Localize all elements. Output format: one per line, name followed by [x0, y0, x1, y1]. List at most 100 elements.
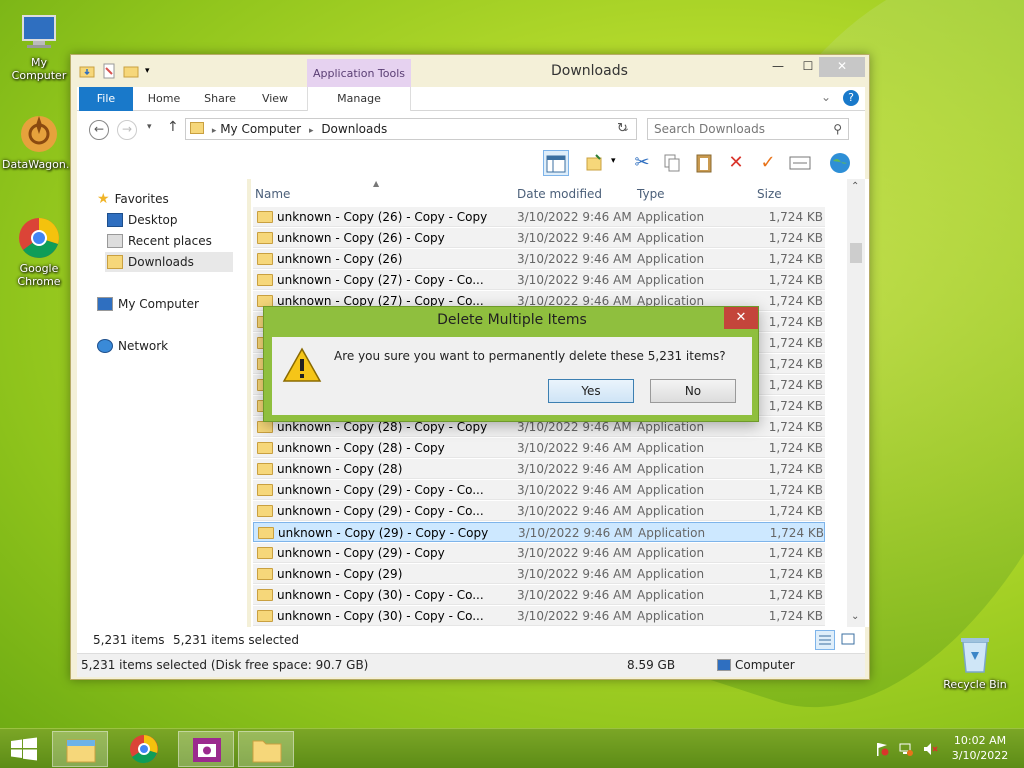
file-row[interactable]: unknown - Copy (26) - Copy - Copy 3/10/20… [253, 207, 825, 227]
system-clock[interactable]: 10:02 AM 3/10/2022 [946, 733, 1014, 763]
file-size: 1,724 KB [768, 567, 823, 581]
taskbar-chrome[interactable] [116, 731, 172, 767]
refresh-icon[interactable]: ↻ [617, 121, 628, 136]
scroll-down-icon[interactable]: ⌄ [851, 611, 859, 622]
delete-icon[interactable]: ✕ [723, 150, 749, 176]
file-row[interactable]: unknown - Copy (26) 3/10/2022 9:46 AM Appl… [253, 249, 825, 269]
desktop-icon-google-chrome[interactable]: Google Chrome [2, 216, 76, 288]
up-arrow-icon[interactable]: ↑ [167, 119, 179, 135]
recent-locations-icon[interactable]: ▾ [147, 122, 152, 132]
forward-button[interactable]: → [117, 120, 137, 140]
column-header-date[interactable]: Date modified [517, 183, 602, 205]
vertical-scrollbar[interactable]: ⌃ ⌄ [847, 179, 865, 627]
globe-icon[interactable] [827, 150, 853, 176]
nav-network[interactable]: Network [97, 336, 168, 356]
desktop-icon-label: Recycle Bin [943, 678, 1007, 691]
file-row[interactable]: unknown - Copy (29) - Copy 3/10/2022 9:46… [253, 543, 825, 563]
file-row[interactable]: unknown - Copy (30) - Copy - Co... 3/10/2… [253, 606, 825, 626]
desktop-icon [107, 213, 123, 227]
column-header-size[interactable]: Size [757, 183, 782, 205]
file-row[interactable]: unknown - Copy (29) - Copy - Co... 3/10/2… [253, 501, 825, 521]
file-name: unknown - Copy (30) - Copy - Co... [277, 609, 484, 623]
tab-file[interactable]: File [79, 87, 133, 111]
breadcrumb-my-computer[interactable]: My Computer [220, 122, 301, 136]
file-row[interactable]: unknown - Copy (30) - Copy - Co... 3/10/2… [253, 585, 825, 605]
details-view-button[interactable] [815, 630, 835, 650]
cut-icon[interactable]: ✂ [629, 150, 655, 176]
column-header-name[interactable]: Name [255, 183, 290, 205]
desktop-icon-recycle-bin[interactable]: Recycle Bin [938, 632, 1012, 691]
file-type: Application [637, 609, 705, 623]
back-button[interactable]: ← [89, 120, 109, 140]
search-input[interactable]: Search Downloads ⚲ [647, 118, 849, 140]
ribbon-expand-icon[interactable]: ⌄ [821, 90, 831, 104]
file-row[interactable]: unknown - Copy (29) 3/10/2022 9:46 AM Appl… [253, 564, 825, 584]
properties-dropdown-icon[interactable]: ▾ [611, 156, 616, 166]
desktop-icon-datawagon[interactable]: DataWagon... [2, 112, 76, 171]
computer-icon [97, 297, 113, 311]
yes-button[interactable]: Yes [548, 379, 634, 403]
nav-desktop[interactable]: Desktop [107, 210, 178, 230]
nav-downloads[interactable]: Downloads [105, 252, 233, 272]
file-date: 3/10/2022 9:46 AM [517, 273, 632, 287]
folder-icon [257, 484, 273, 496]
copy-icon[interactable] [659, 150, 685, 176]
rename-check-icon[interactable]: ✓ [755, 150, 781, 176]
start-button[interactable] [10, 737, 38, 764]
file-type: Application [637, 504, 705, 518]
file-size: 1,724 KB [768, 420, 823, 434]
taskbar-camera-app[interactable] [178, 731, 234, 767]
tab-view[interactable]: View [255, 87, 295, 111]
action-center-flag-icon[interactable] [874, 741, 890, 757]
address-bar[interactable]: ▸ My Computer ▸ Downloads ⌄ [185, 118, 637, 140]
nav-recent-places[interactable]: Recent places [107, 231, 212, 251]
taskbar-file-explorer[interactable] [52, 731, 108, 767]
file-row[interactable]: unknown - Copy (27) - Copy - Co... 3/10/2… [253, 270, 825, 290]
close-button[interactable]: ✕ [819, 57, 865, 77]
file-name: unknown - Copy (28) [277, 462, 403, 476]
scrollbar-thumb[interactable] [850, 243, 862, 263]
file-size: 1,724 KB [768, 336, 823, 350]
tab-manage[interactable]: Manage [307, 87, 411, 111]
properties-icon[interactable] [101, 63, 117, 79]
help-icon[interactable]: ? [843, 90, 859, 106]
minimize-button[interactable]: — [763, 57, 793, 77]
column-header-type[interactable]: Type [637, 183, 665, 205]
chrome-icon [17, 216, 61, 260]
folder-icon [190, 122, 204, 134]
preview-pane-button[interactable] [543, 150, 569, 176]
file-name: unknown - Copy (29) - Copy - Copy [278, 526, 489, 540]
select-icon[interactable] [787, 150, 813, 176]
volume-muted-icon[interactable] [922, 741, 938, 757]
tab-home[interactable]: Home [143, 87, 185, 111]
breadcrumb-downloads[interactable]: Downloads [321, 122, 387, 136]
file-date: 3/10/2022 9:46 AM [517, 567, 632, 581]
qat-dropdown-icon[interactable]: ▾ [145, 63, 161, 79]
folder-icon [257, 547, 273, 559]
new-folder-icon[interactable] [123, 63, 139, 79]
scroll-up-icon[interactable]: ⌃ [851, 181, 859, 192]
computer-icon [17, 10, 61, 54]
nav-favorites[interactable]: ★ Favorites [97, 189, 169, 209]
delete-confirmation-dialog: Delete Multiple Items ✕ Are you sure you… [263, 306, 759, 422]
folder-down-icon[interactable] [79, 63, 95, 79]
properties-button[interactable] [581, 150, 607, 176]
large-icons-view-button[interactable] [839, 630, 859, 650]
file-size: 1,724 KB [768, 315, 823, 329]
file-row[interactable]: unknown - Copy (29) - Copy - Co... 3/10/2… [253, 480, 825, 500]
paste-icon[interactable] [691, 150, 717, 176]
file-name: unknown - Copy (26) - Copy - Copy [277, 210, 488, 224]
no-button[interactable]: No [650, 379, 736, 403]
tab-share[interactable]: Share [199, 87, 241, 111]
file-type: Application [637, 462, 705, 476]
file-row[interactable]: unknown - Copy (28) - Copy 3/10/2022 9:46… [253, 438, 825, 458]
dialog-close-button[interactable]: ✕ [724, 307, 758, 329]
file-row[interactable]: unknown - Copy (29) - Copy - Copy 3/10/20… [253, 522, 825, 542]
file-row[interactable]: unknown - Copy (28) 3/10/2022 9:46 AM Appl… [253, 459, 825, 479]
desktop-icon-my-computer[interactable]: My Computer [2, 10, 76, 82]
network-tray-icon[interactable] [898, 741, 914, 757]
clock-date: 3/10/2022 [951, 749, 1009, 762]
file-row[interactable]: unknown - Copy (26) - Copy 3/10/2022 9:46… [253, 228, 825, 248]
nav-my-computer[interactable]: My Computer [97, 294, 199, 314]
taskbar-folder[interactable] [238, 731, 294, 767]
